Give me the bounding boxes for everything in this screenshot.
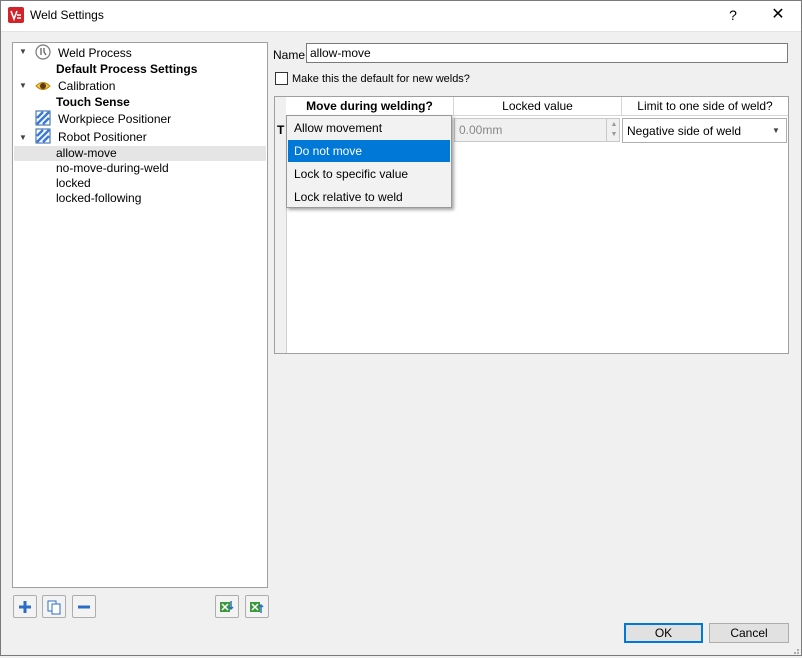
export-button[interactable] [245, 595, 269, 618]
limit-side-select[interactable]: Negative side of weld [622, 118, 787, 143]
option-lock-to-specific-value[interactable]: Lock to specific value [288, 163, 450, 185]
column-header-locked-value[interactable]: Locked value [454, 97, 622, 116]
tree-item-calibration[interactable]: Calibration [58, 79, 115, 94]
option-allow-movement[interactable]: Allow movement [288, 117, 450, 139]
minus-icon [78, 605, 90, 609]
close-button[interactable]: ✕ [764, 3, 792, 27]
help-button[interactable]: ? [722, 4, 744, 26]
default-checkbox-label[interactable]: Make this the default for new welds? [292, 73, 470, 85]
move-during-welding-dropdown[interactable]: Allow movement Do not move Lock to speci… [286, 115, 452, 208]
import-button[interactable] [215, 595, 239, 618]
tree-item-touch-sense[interactable]: Touch Sense [56, 95, 130, 110]
tree-item-locked[interactable]: locked [56, 176, 91, 191]
name-input[interactable]: allow-move [306, 43, 788, 63]
row-label: T [277, 123, 285, 137]
default-checkbox[interactable] [275, 72, 288, 85]
ok-button[interactable]: OK [624, 623, 703, 643]
locked-value-input[interactable]: 0.00mm [454, 118, 620, 142]
column-header-move[interactable]: Move during welding? [286, 97, 454, 116]
tree-item-default-process-settings[interactable]: Default Process Settings [56, 62, 197, 77]
name-label: Name [273, 48, 306, 62]
weld-process-icon [35, 44, 51, 60]
title-bar [0, 0, 802, 32]
add-button[interactable] [13, 595, 37, 618]
app-logo-icon [8, 7, 24, 23]
option-do-not-move[interactable]: Do not move [288, 140, 450, 162]
eye-icon [35, 78, 51, 94]
import-icon [220, 601, 234, 612]
expand-arrow-icon[interactable]: ▼ [19, 133, 29, 143]
export-icon [250, 602, 264, 613]
spin-down-icon[interactable]: ▼ [607, 130, 621, 140]
locked-value-spinner[interactable]: ▲ ▼ [606, 118, 621, 142]
expand-arrow-icon[interactable]: ▼ [19, 47, 29, 57]
settings-tree[interactable]: ▼ Weld Process Default Process Settings … [12, 42, 268, 588]
remove-button[interactable] [72, 595, 96, 618]
tree-item-robot-positioner[interactable]: Robot Positioner [58, 130, 147, 145]
resize-grip-icon[interactable] [790, 644, 800, 654]
option-lock-relative-to-weld[interactable]: Lock relative to weld [288, 186, 450, 208]
robot-positioner-icon [35, 128, 51, 144]
plus-icon [19, 601, 31, 613]
chevron-down-icon[interactable]: ▼ [772, 126, 780, 135]
tree-item-locked-following[interactable]: locked-following [56, 191, 141, 206]
tree-item-workpiece-positioner[interactable]: Workpiece Positioner [58, 112, 171, 127]
tree-item-no-move-during-weld[interactable]: no-move-during-weld [56, 161, 169, 176]
tree-selection-highlight [14, 146, 266, 161]
copy-icon [47, 600, 61, 615]
cancel-button[interactable]: Cancel [709, 623, 789, 643]
tree-item-weld-process[interactable]: Weld Process [58, 46, 132, 61]
column-header-limit[interactable]: Limit to one side of weld? [622, 97, 788, 116]
tree-item-allow-move[interactable]: allow-move [56, 146, 117, 161]
duplicate-button[interactable] [42, 595, 66, 618]
spin-up-icon[interactable]: ▲ [607, 120, 621, 130]
window-title: Weld Settings [30, 8, 104, 22]
expand-arrow-icon[interactable]: ▼ [19, 81, 29, 91]
workpiece-positioner-icon [35, 110, 51, 126]
